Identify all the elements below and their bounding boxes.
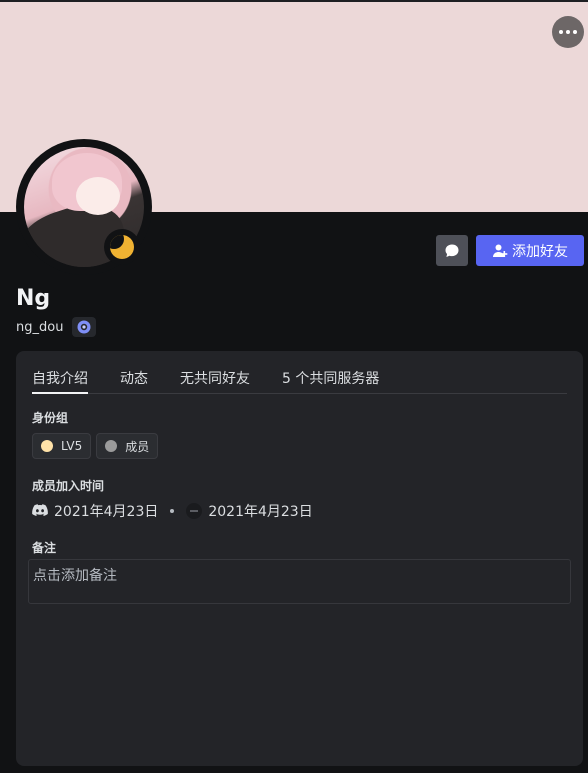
discord-join-date: 2021年4月23日 — [54, 504, 159, 520]
add-user-icon — [493, 244, 508, 257]
tab-mutual-servers[interactable]: 5 个共同服务器 — [282, 367, 379, 393]
member-since-title: 成员加入时间 — [32, 479, 105, 493]
discord-logo-icon — [32, 504, 48, 516]
note-title: 备注 — [32, 541, 57, 555]
tab-about-me[interactable]: 自我介绍 — [32, 367, 88, 394]
idle-status-indicator — [104, 229, 140, 265]
role-label: 成员 — [125, 439, 150, 454]
roles-title: 身份组 — [32, 411, 69, 425]
more-options-button[interactable] — [552, 16, 584, 48]
username-row: ng_dou — [16, 317, 97, 337]
more-dot — [559, 30, 563, 34]
role-color-dot — [105, 440, 118, 452]
profile-panel: 自我介绍 动态 无共同好友 5 个共同服务器 身份组 LV5 成员 成员加入时间… — [16, 351, 583, 766]
roles-list: LV5 成员 — [32, 433, 159, 459]
chat-bubble-icon — [445, 244, 459, 257]
tab-activity[interactable]: 动态 — [120, 367, 148, 393]
gear-badge-icon — [77, 320, 91, 334]
message-button[interactable] — [436, 235, 468, 266]
more-dot — [573, 30, 577, 34]
username: ng_dou — [16, 319, 64, 335]
display-name: Ng — [16, 286, 51, 311]
member-since-dates: 2021年4月23日 2021年4月23日 — [32, 501, 313, 521]
note-input[interactable]: 点击添加备注 — [28, 559, 571, 604]
server-join-date: 2021年4月23日 — [208, 504, 313, 520]
role-color-dot — [41, 440, 53, 452]
role-chip[interactable]: LV5 — [32, 433, 92, 459]
add-friend-label: 添加好友 — [512, 243, 568, 260]
more-dot — [566, 30, 570, 34]
profile-tabs: 自我介绍 动态 无共同好友 5 个共同服务器 — [32, 367, 567, 394]
server-icon — [186, 503, 203, 519]
moon-icon — [110, 235, 134, 259]
role-chip[interactable]: 成员 — [96, 433, 159, 459]
tab-mutual-friends[interactable]: 无共同好友 — [180, 367, 250, 393]
separator-dot — [170, 509, 175, 513]
hypesquad-badge[interactable] — [72, 317, 97, 337]
role-label: LV5 — [61, 439, 83, 453]
avatar-art — [76, 177, 120, 215]
add-friend-button[interactable]: 添加好友 — [476, 235, 584, 266]
